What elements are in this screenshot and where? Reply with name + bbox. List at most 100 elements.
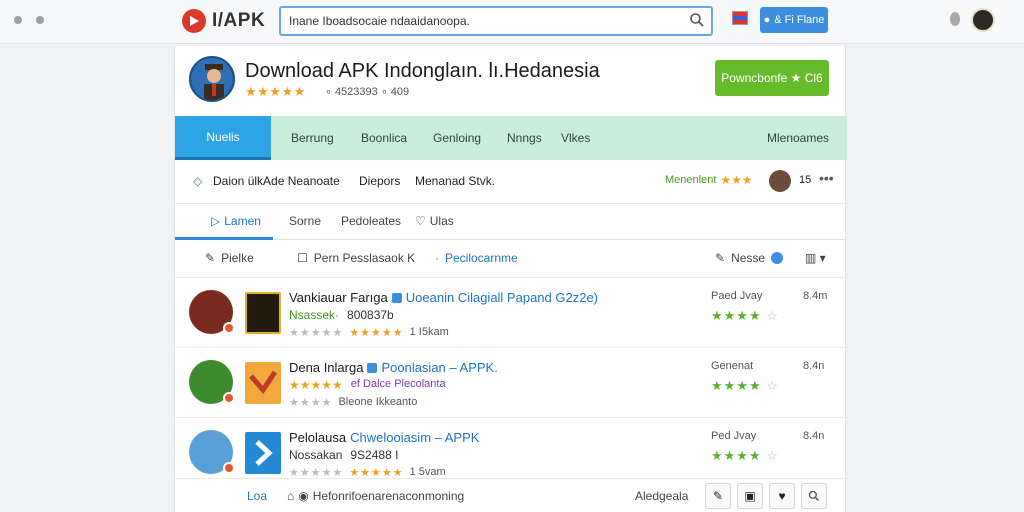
brand-name: I/APK (212, 10, 266, 31)
search-box[interactable] (279, 6, 713, 36)
list-item[interactable]: Vankiauar Farıga Uoeanin Cilagiall Papan… (175, 278, 847, 348)
filter-nesse[interactable]: ✎ Nesse (715, 251, 784, 265)
item-right-label: Paed Jvay (711, 290, 763, 302)
item-avatar (189, 290, 235, 334)
item-right-label: Ped Jvay (711, 430, 757, 442)
tab-label: Lamen (224, 214, 261, 228)
item-meta-stars-gray: ★★★★ (289, 397, 333, 409)
signin-label: & Fi Flane (774, 14, 825, 26)
badge-icon (223, 392, 235, 404)
star-icon[interactable]: ☆ (766, 308, 779, 323)
notification-icon[interactable] (950, 12, 960, 26)
filter-link[interactable]: · Pecilocarnme (435, 251, 518, 265)
item-title: Pelolausa Chwelooiasim – APPK (289, 430, 479, 445)
subbar-link[interactable]: Daion ülkAde Neanoate (213, 174, 340, 188)
filter-bar: ✎ Pielke ☐ Pern Pesslasaok K · Pecilocar… (175, 240, 847, 278)
play-circle-icon[interactable]: ◉ (298, 489, 308, 503)
item-size: 8.4n (803, 360, 825, 372)
item-thumbnail (245, 432, 281, 474)
tab-lamen[interactable]: ▷ Lamen (211, 214, 261, 228)
item-meta-text: 1 I5kam (409, 326, 449, 338)
item-title-text: Dena Inlarga (289, 360, 364, 375)
star-icon[interactable]: ☆ (766, 378, 779, 393)
nav-tab-4[interactable]: Nnngs (507, 116, 542, 160)
badge-icon (223, 462, 235, 474)
reviewer-avatar[interactable] (769, 170, 791, 192)
item-title-text: Vankiauar Farıga (289, 290, 388, 305)
nav-tab-0[interactable]: Nuelis (175, 116, 271, 160)
item-size: 8.4n (803, 430, 825, 442)
image-icon[interactable]: ▣ (737, 483, 763, 509)
footer-middle: ⌂ ◉ Hefonrifoenarenaconmoning (287, 489, 464, 503)
item-title: Dena Inlarga Poonlasian – APPK. (289, 360, 498, 375)
main-card: Download APK Indonglaın. lı.Hedanesia ★★… (174, 46, 847, 512)
nav-tab-1[interactable]: Berrung (291, 116, 334, 160)
item-right-stars: ★★★★ ☆ (711, 308, 779, 324)
filter-label: Pern Pesslasaok K (313, 251, 416, 265)
search-icon[interactable] (689, 12, 705, 33)
page-title: Download APK Indonglaın. lı.Hedanesia (245, 60, 600, 82)
rating-chip: Menenlent ★★★ (665, 173, 753, 187)
subbar-item-1[interactable]: Diepors (359, 174, 400, 188)
top-bar: I/APK ● & Fi Flane (0, 0, 1024, 44)
download-button[interactable]: Powncbonfe ★ Cl6 (715, 60, 829, 96)
item-stars-filled: ★★★★ (711, 448, 762, 463)
list-item[interactable]: Dena Inlarga Poonlasian – APPK. ★★★★★ ef… (175, 348, 847, 418)
app-rating-stars: ★★★★★ (245, 84, 306, 99)
list-tabs: ▷ Lamen Sorne Pedoleates ♡ Ulas (175, 204, 847, 240)
item-meta: ★★★★★ ★★★★★ 1 I5kam (289, 326, 449, 339)
heart-icon[interactable]: ♥ (769, 483, 795, 509)
edit-icon[interactable]: ✎ (705, 483, 731, 509)
item-sub-dark: 800837b (347, 308, 394, 322)
item-sub-green: Nossakan (289, 448, 343, 462)
filter-label: Pielke (221, 251, 254, 265)
nav-tab-5[interactable]: Vlkes (561, 116, 590, 160)
user-icon: ● (763, 14, 771, 26)
item-sub: ★★★★★ ef Dalce Plecolanta (289, 378, 446, 392)
search-icon[interactable] (801, 483, 827, 509)
comment-icon: ☐ (297, 251, 308, 265)
signin-button[interactable]: ● & Fi Flane (760, 7, 828, 33)
more-icon[interactable]: ••• (819, 170, 834, 186)
filter-pielke[interactable]: ✎ Pielke (205, 251, 254, 265)
language-flag-icon[interactable] (732, 11, 748, 25)
item-tag: Uoeanin Cilagiall Papand G2z2e) (405, 290, 598, 305)
nav-tab-2[interactable]: Boonlica (361, 116, 407, 160)
info-icon (771, 252, 784, 264)
footer-link[interactable]: Loa (247, 489, 267, 503)
tab-label: Ulas (429, 214, 454, 228)
item-sub-dark: 9S2488 I (350, 448, 399, 462)
item-meta: ★★★★ Bleone Ikkeanto (289, 396, 417, 409)
filter-pern[interactable]: ☐ Pern Pesslasaok K (297, 251, 415, 265)
nav-tab-3[interactable]: Genloing (433, 116, 481, 160)
tab-pedoleates[interactable]: Pedoleates (341, 214, 401, 228)
play-icon: ▷ (211, 214, 221, 228)
item-right-stars: ★★★★ ☆ (711, 378, 779, 394)
item-avatar (189, 360, 235, 404)
subbar-item-2[interactable]: Menanad Stvk. (415, 174, 495, 188)
item-right-label: Genenat (711, 360, 754, 372)
dot-icon: · (435, 251, 439, 265)
footer-right: Aledgeala (635, 489, 689, 503)
filter-label: Pecilocarnme (445, 251, 518, 265)
app-avatar (189, 56, 235, 102)
app-downloads: ∘ 4523393 ∘ 409 (325, 86, 410, 98)
search-input[interactable] (289, 12, 679, 30)
app-header: Download APK Indonglaın. lı.Hedanesia ★★… (175, 46, 847, 116)
footer-middle-text: Hefonrifoenarenaconmoning (312, 489, 465, 503)
bookmark-icon[interactable]: ⌂ (287, 489, 294, 503)
category-navbar: Nuelis Berrung Boonlica Genloing Nnngs V… (175, 116, 847, 160)
star-icon[interactable]: ☆ (766, 448, 779, 463)
tab-ulas[interactable]: ♡ Ulas (415, 214, 454, 228)
review-count: 15 (799, 174, 812, 186)
item-sub-stars: ★★★★★ (289, 378, 343, 392)
nav-tab-right[interactable]: Mlenoames (767, 116, 829, 160)
item-stars-filled: ★★★★ (711, 308, 762, 323)
item-tag: Poonlasian – APPK. (381, 360, 498, 375)
user-avatar[interactable] (971, 8, 995, 32)
brand[interactable]: I/APK (182, 8, 265, 34)
layout-toggle-icon[interactable]: ▥ ▾ (805, 251, 826, 265)
play-logo-icon (182, 9, 206, 33)
item-meta-stars: ★★★★★ (349, 327, 404, 339)
tab-sorne[interactable]: Sorne (289, 214, 321, 228)
